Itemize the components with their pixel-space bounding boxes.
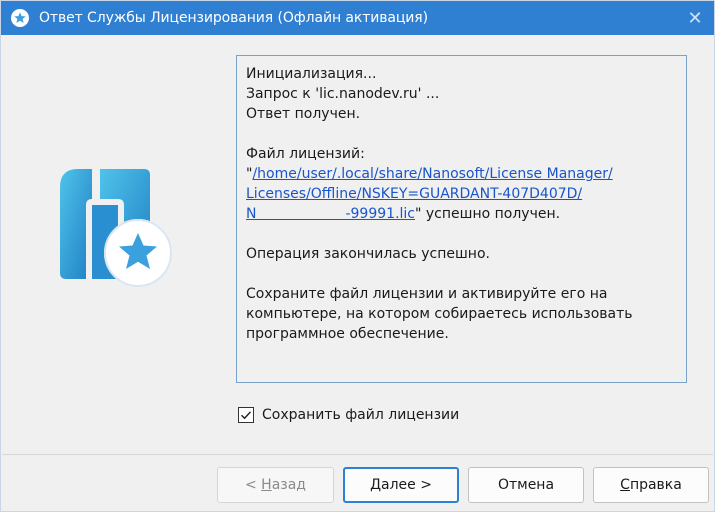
instruction-line: компьютере, на котором собираетесь испол… [246,306,633,322]
license-path-suffix: " успешно получен. [415,206,561,222]
checkmark-icon [241,411,252,420]
license-path-link[interactable]: Licenses/Offline/NSKEY=GUARDANT-407D407D… [246,186,582,202]
save-license-checkbox-row[interactable]: Сохранить файл лицензии [238,407,459,423]
log-line: Ответ получен. [246,106,361,122]
next-label: алее > [381,477,432,493]
back-button[interactable]: < Назад [217,467,334,503]
help-label: правка [629,477,682,493]
instruction-line: Сохраните файл лицензии и активируйте ег… [246,286,608,302]
instruction-line: программное обеспечение. [246,326,449,342]
operation-status: Операция закончилась успешно. [246,246,490,262]
help-hotkey: С [620,477,630,493]
save-license-label: Сохранить файл лицензии [262,407,460,423]
license-path-link[interactable]: N -99991.lic [246,206,415,222]
app-star-icon [10,8,30,28]
log-line: Запрос к 'lic.nanodev.ru' ... [246,86,440,102]
license-path-line-2: Licenses/Offline/NSKEY=GUARDANT-407D407D… [246,184,674,204]
license-file-label: Файл лицензий: [246,146,365,162]
dialog-body: Инициализация... Запрос к 'lic.nanodev.r… [2,35,713,454]
cancel-label: Отмена [497,477,555,493]
license-path-link[interactable]: /home/user/.local/share/Nanosoft/License… [252,166,612,182]
cancel-button[interactable]: Отмена [468,467,584,503]
next-hotkey: Д [370,477,381,493]
response-log-box[interactable]: Инициализация... Запрос к 'lic.nanodev.r… [236,55,687,383]
back-prefix: < [244,477,262,493]
back-label: азад [271,477,306,493]
close-icon: ✕ [687,7,703,29]
log-line: Инициализация... [246,66,377,82]
help-button[interactable]: Справка [593,467,709,503]
back-hotkey: Н [261,477,272,493]
license-response-dialog: Ответ Службы Лицензирования (Офлайн акти… [0,0,715,512]
save-license-checkbox[interactable] [238,407,254,423]
window-title: Ответ Службы Лицензирования (Офлайн акти… [39,10,428,26]
nanosoft-logo-icon [46,159,196,309]
title-bar[interactable]: Ответ Службы Лицензирования (Офлайн акти… [1,1,714,35]
license-path-line-3: N -99991.lic" успешно получен. [246,204,674,224]
next-button[interactable]: Далее > [343,467,459,503]
button-bar: < Назад Далее > Отмена Справка [2,455,713,511]
close-button[interactable]: ✕ [680,1,710,35]
license-path-line-1: "/home/user/.local/share/Nanosoft/Licens… [246,164,674,184]
